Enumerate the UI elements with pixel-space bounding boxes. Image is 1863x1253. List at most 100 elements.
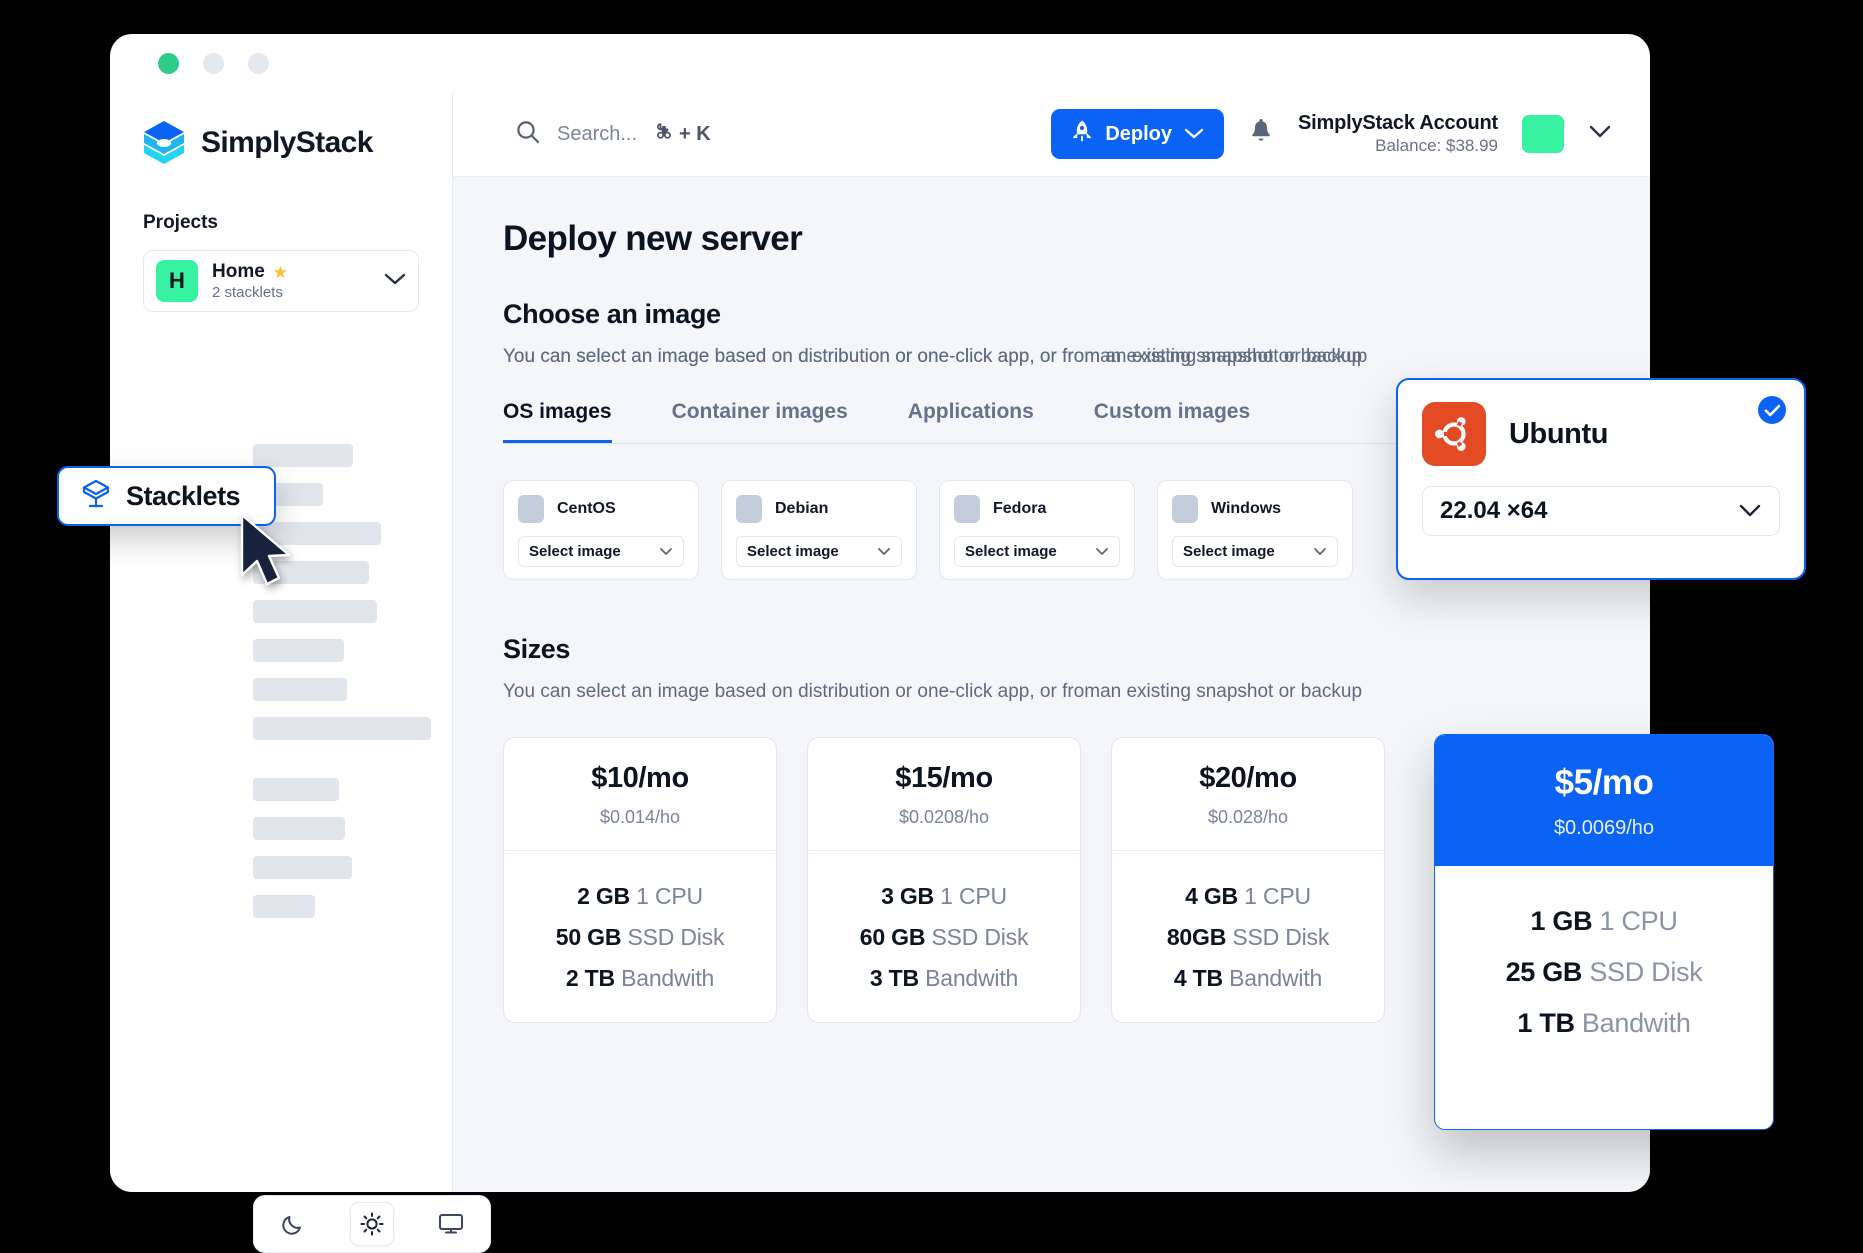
spec-disk-value: 80GB — [1166, 924, 1227, 950]
deploy-button-label: Deploy — [1105, 122, 1173, 145]
spec-bandwidth-value: 2 TB — [565, 965, 615, 991]
size-card-specs: 2 GB 1 CPU 50 GB SSD Disk 2 TB Bandwith — [504, 851, 776, 1022]
spec-ram: 4 GB — [1185, 883, 1238, 909]
project-selector[interactable]: H Home ★ 2 stacklets — [143, 250, 419, 312]
theme-light-button[interactable] — [349, 1202, 394, 1246]
project-name: Home — [212, 261, 265, 282]
size-price: $15/mo — [895, 762, 993, 794]
spec-disk: 25 GB SSD Disk — [1435, 957, 1773, 988]
os-image-select[interactable]: Select image — [954, 536, 1120, 567]
stacklet-cube-icon — [81, 478, 111, 515]
os-card-debian[interactable]: Debian Select image — [721, 480, 917, 580]
choose-image-description-overlap: You can select an image based on distrib… — [503, 346, 1363, 367]
window-minimize-dot[interactable] — [203, 52, 224, 74]
list-item — [253, 856, 352, 879]
chevron-down-icon[interactable] — [384, 272, 406, 291]
spec-ram-cpu: 3 GB 1 CPU — [808, 883, 1080, 910]
search-shortcut: + K — [653, 120, 711, 148]
spec-bandwidth: 4 TB Bandwith — [1112, 965, 1384, 992]
size-card[interactable]: $20/mo $0.028/ho 4 GB 1 CPU 80GB SSD Dis… — [1111, 737, 1385, 1023]
os-image-select-label: Select image — [747, 543, 839, 560]
tab-container-images[interactable]: Container images — [672, 400, 848, 443]
rocket-icon — [1071, 119, 1093, 149]
debian-logo-icon — [736, 495, 762, 523]
spec-bandwidth: 3 TB Bandwith — [808, 965, 1080, 992]
list-item — [253, 817, 345, 840]
spec-disk-label: SSD Disk — [1232, 924, 1330, 950]
project-meta: Home ★ 2 stacklets — [212, 261, 370, 301]
search-input[interactable]: Search... — [557, 123, 637, 146]
size-card-specs: 4 GB 1 CPU 80GB SSD Disk 4 TB Bandwith — [1112, 851, 1384, 1022]
ubuntu-version-value: 22.04 ×64 — [1440, 497, 1548, 524]
os-card-centos[interactable]: CentOS Select image — [503, 480, 699, 580]
theme-switcher — [253, 1195, 491, 1253]
ubuntu-version-select[interactable]: 22.04 ×64 — [1422, 486, 1780, 536]
window-close-dot[interactable] — [158, 52, 179, 74]
spec-cpu: 1 CPU — [1244, 883, 1311, 909]
size-card-header: $5/mo $0.0069/ho — [1435, 735, 1773, 866]
spec-cpu: 1 CPU — [940, 883, 1007, 909]
window-maximize-dot[interactable] — [248, 52, 269, 74]
avatar[interactable] — [1522, 115, 1564, 153]
account-info[interactable]: SimplyStack Account Balance: $38.99 — [1298, 112, 1498, 156]
spec-bandwidth-label: Bandwith — [925, 965, 1019, 991]
spec-ram-cpu: 4 GB 1 CPU — [1112, 883, 1384, 910]
ubuntu-image-card[interactable]: Ubuntu 22.04 ×64 — [1396, 378, 1806, 580]
size-card[interactable]: $15/mo $0.0208/ho 3 GB 1 CPU 60 GB SSD D… — [807, 737, 1081, 1023]
spec-ram-cpu: 2 GB 1 CPU — [504, 883, 776, 910]
fedora-logo-icon — [954, 495, 980, 523]
theme-system-button[interactable] — [429, 1202, 473, 1246]
project-subtitle: 2 stacklets — [212, 284, 283, 301]
sidebar-item-label: Stacklets — [126, 480, 241, 511]
os-image-select-label: Select image — [529, 543, 621, 560]
os-image-select[interactable]: Select image — [518, 536, 684, 567]
search-shortcut-label: + K — [679, 122, 711, 145]
chevron-down-icon[interactable] — [1588, 124, 1612, 144]
list-item — [253, 717, 431, 740]
sidebar: SimplyStack Projects H Home ★ 2 stacklet… — [110, 92, 491, 1253]
size-hourly-rate: $0.0208/ho — [898, 807, 990, 827]
spec-bandwidth-value: 3 TB — [869, 965, 919, 991]
os-card-fedora[interactable]: Fedora Select image — [939, 480, 1135, 580]
tab-applications[interactable]: Applications — [908, 400, 1034, 443]
theme-dark-button[interactable] — [271, 1202, 315, 1246]
tab-custom-images[interactable]: Custom images — [1094, 400, 1250, 443]
bell-icon[interactable] — [1248, 118, 1274, 151]
deploy-button[interactable]: Deploy — [1051, 109, 1225, 159]
spec-cpu: 1 CPU — [636, 883, 703, 909]
tab-os-images[interactable]: OS images — [503, 400, 612, 443]
chevron-down-icon — [659, 544, 673, 559]
choose-image-description: You can select an image based on distrib… — [503, 346, 1650, 368]
size-hourly-rate: $0.0069/ho — [1553, 817, 1655, 839]
chevron-down-icon — [1095, 544, 1109, 559]
search-area[interactable]: Search... + K — [515, 119, 711, 150]
centos-logo-icon — [518, 495, 544, 523]
spec-disk-label: SSD Disk — [1589, 957, 1703, 987]
chevron-down-icon — [1738, 497, 1762, 525]
search-icon — [515, 119, 541, 150]
os-image-select[interactable]: Select image — [1172, 536, 1338, 567]
os-card-windows[interactable]: Windows Select image — [1157, 480, 1353, 580]
brand[interactable]: SimplyStack — [110, 92, 452, 166]
spec-bandwidth-label: Bandwith — [1581, 1008, 1691, 1038]
chevron-down-icon — [1313, 544, 1327, 559]
size-card-highlighted[interactable]: $5/mo $0.0069/ho 1 GB 1 CPU 25 GB SSD Di… — [1434, 734, 1774, 1130]
ubuntu-logo-icon — [1422, 402, 1486, 466]
choose-image-heading: Choose an image — [503, 299, 721, 329]
account-name: SimplyStack Account — [1298, 112, 1498, 134]
size-price: $10/mo — [591, 762, 689, 794]
size-card-header: $15/mo $0.0208/ho — [808, 738, 1080, 851]
chevron-down-icon — [1184, 123, 1204, 146]
size-card-header: $20/mo $0.028/ho — [1112, 738, 1384, 851]
star-icon: ★ — [272, 262, 289, 282]
size-card[interactable]: $10/mo $0.014/ho 2 GB 1 CPU 50 GB SSD Di… — [503, 737, 777, 1023]
spec-ram: 3 GB — [881, 883, 934, 909]
list-item — [253, 895, 315, 918]
spec-disk: 50 GB SSD Disk — [504, 924, 776, 951]
size-card-specs: 1 GB 1 CPU 25 GB SSD Disk 1 TB Bandwith — [1435, 866, 1773, 1039]
os-image-select[interactable]: Select image — [736, 536, 902, 567]
size-card-specs: 3 GB 1 CPU 60 GB SSD Disk 3 TB Bandwith — [808, 851, 1080, 1022]
list-item — [253, 678, 347, 701]
spec-ram: 2 GB — [577, 883, 630, 909]
check-icon — [1758, 396, 1786, 424]
